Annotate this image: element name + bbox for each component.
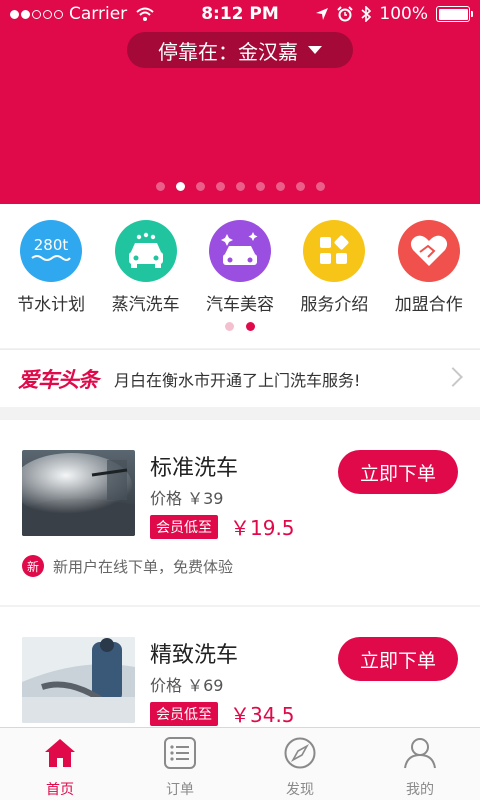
pager-dot — [195, 182, 205, 191]
pager-dot — [225, 322, 234, 331]
caret-down-icon — [308, 46, 322, 54]
product-price: 价格 ￥69 — [150, 676, 224, 695]
battery-icon — [436, 6, 473, 22]
tab-user[interactable]: 我的 — [360, 728, 480, 800]
banner-pager — [0, 182, 480, 191]
bluetooth-icon — [361, 6, 372, 22]
order-now-button[interactable]: 立即下单 — [338, 450, 458, 494]
tab-order-list[interactable]: 订单 — [120, 728, 240, 800]
tab-label: 订单 — [166, 782, 194, 798]
service-label: 加盟合作 — [394, 295, 463, 315]
battery-percent: 100% — [379, 4, 428, 24]
pager-dot — [246, 322, 255, 331]
home-icon — [43, 737, 77, 773]
tab-label: 我的 — [406, 782, 434, 798]
member-price-row: 会员低至 ￥19.5 — [150, 512, 295, 541]
new-user-promo: 新 新用户在线下单，免费体验 — [22, 555, 233, 577]
location-selector[interactable]: 停靠在：金汉嘉 — [127, 32, 353, 68]
member-badge: 会员低至 — [150, 701, 218, 726]
promo-banner[interactable]: Carrier 8:12 PM 100% 停靠在：金汉嘉 — [0, 0, 480, 204]
news-headline[interactable]: 爱车头条 月白在衡水市开通了上门洗车服务! — [0, 349, 480, 407]
service-label: 蒸汽洗车 — [111, 295, 180, 315]
service-label: 汽车美容 — [205, 295, 274, 315]
service-item[interactable]: 蒸汽洗车 — [101, 220, 191, 315]
pager-dot — [235, 182, 245, 191]
app-screen: Carrier 8:12 PM 100% 停靠在：金汉嘉 280t 节水计划 蒸… — [0, 0, 480, 800]
chevron-right-icon — [443, 367, 463, 387]
compass-icon — [283, 737, 317, 773]
pager-dot — [315, 182, 325, 191]
service-label: 节水计划 — [17, 295, 86, 315]
product-image — [22, 450, 135, 536]
status-bar: Carrier 8:12 PM 100% — [0, 0, 480, 30]
headline-text: 月白在衡水市开通了上门洗车服务! — [114, 370, 361, 390]
member-badge: 会员低至 — [150, 514, 218, 539]
steam-car-icon — [114, 220, 177, 282]
service-grid: 280t 节水计划 蒸汽洗车 汽车美容 服务介绍 加盟合作 — [0, 204, 480, 348]
product-name: 精致洗车 — [150, 643, 239, 668]
service-label: 服务介绍 — [300, 295, 369, 315]
pager-dot — [175, 182, 185, 191]
product-name: 标准洗车 — [150, 456, 239, 481]
tab-compass[interactable]: 发现 — [240, 728, 360, 800]
product-card-standard[interactable]: 标准洗车 价格 ￥39 会员低至 ￥19.5 立即下单 新 新用户在线下单，免费… — [0, 420, 480, 605]
service-item[interactable]: 服务介绍 — [289, 220, 379, 315]
pager-dot — [215, 182, 225, 191]
pager-dot — [155, 182, 165, 191]
pager-dot — [255, 182, 265, 191]
car-sparkle-icon — [208, 220, 271, 282]
handshake-heart-icon — [397, 220, 460, 282]
alarm-icon — [337, 6, 354, 22]
member-price-row: 会员低至 ￥34.5 — [150, 699, 295, 728]
tab-label: 发现 — [286, 782, 314, 798]
product-card-premium[interactable]: 精致洗车 价格 ￥69 会员低至 ￥34.5 立即下单 — [0, 607, 480, 727]
location-label: 停靠在：金汉嘉 — [158, 39, 298, 64]
member-price: ￥34.5 — [230, 703, 295, 727]
water-280t-icon: 280t — [20, 220, 83, 282]
promo-text: 新用户在线下单，免费体验 — [53, 557, 234, 576]
order-list-icon — [163, 737, 197, 773]
bottom-tab-bar: 首页 订单 发现 我的 — [0, 727, 480, 800]
new-badge: 新 — [22, 555, 44, 577]
member-price: ￥19.5 — [230, 516, 295, 540]
user-icon — [403, 737, 437, 773]
service-item[interactable]: 汽车美容 — [195, 220, 285, 315]
grid-shapes-icon — [303, 220, 366, 282]
tab-home[interactable]: 首页 — [0, 728, 120, 800]
service-pager — [0, 322, 480, 331]
tab-label: 首页 — [46, 782, 74, 798]
pager-dot — [295, 182, 305, 191]
pager-dot — [275, 182, 285, 191]
service-item[interactable]: 280t 节水计划 — [6, 220, 96, 315]
order-now-button[interactable]: 立即下单 — [338, 637, 458, 681]
headline-logo: 爱车头条 — [18, 367, 99, 392]
product-image — [22, 637, 135, 723]
svg-text:280t: 280t — [34, 236, 69, 254]
service-item[interactable]: 加盟合作 — [384, 220, 474, 315]
location-arrow-icon — [316, 8, 329, 20]
product-price: 价格 ￥39 — [150, 489, 224, 508]
